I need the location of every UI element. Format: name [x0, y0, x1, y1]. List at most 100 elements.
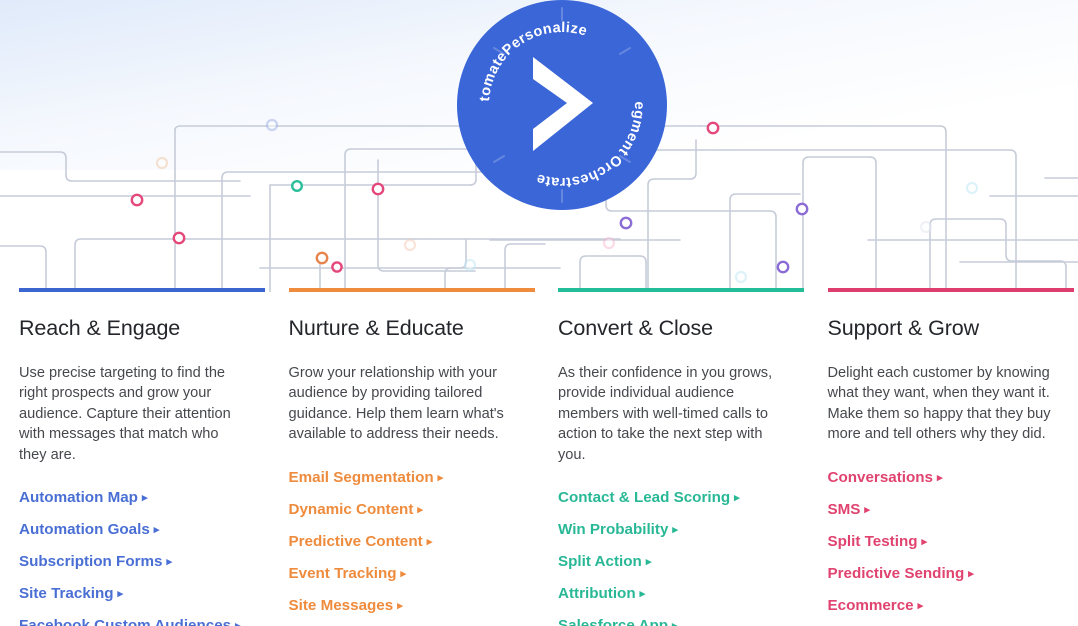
feature-link-label: Predictive Sending [827, 564, 965, 582]
feature-link[interactable]: Conversations ▸ [828, 467, 943, 489]
chevron-right-icon: ▸ [639, 588, 646, 601]
feature-link[interactable]: Split Action ▸ [558, 551, 651, 573]
feature-link[interactable]: Subscription Forms ▸ [19, 551, 172, 573]
chevron-right-icon: ▸ [166, 556, 172, 569]
feature-link-label: Event Tracking [288, 564, 397, 582]
feature-link[interactable]: Predictive Sending ▸ [828, 563, 974, 585]
list-item: Email Segmentation ▸ [289, 467, 514, 489]
feature-link[interactable]: Contact & Lead Scoring ▸ [558, 487, 740, 509]
hero-section: Personalize Automate Segment Orchestrate [0, 0, 1078, 292]
list-item: SMS ▸ [828, 499, 1053, 521]
list-item: Attribution ▸ [558, 583, 783, 605]
feature-link[interactable]: Dynamic Content ▸ [289, 499, 423, 521]
list-item: Conversations ▸ [828, 467, 1053, 489]
chevron-right-icon: ▸ [400, 567, 407, 580]
accent-bar [19, 288, 265, 292]
list-item: Dynamic Content ▸ [289, 499, 514, 521]
list-item: Salesforce App▸ [558, 615, 783, 626]
feature-column-reach-engage: Reach & Engage Use precise targeting to … [0, 288, 270, 626]
feature-link[interactable]: Site Messages ▸ [289, 595, 403, 617]
feature-link-label: Split Action [558, 553, 642, 571]
feature-link[interactable]: Split Testing ▸ [828, 531, 928, 553]
column-title: Support & Grow [827, 316, 980, 340]
feature-link[interactable]: Event Tracking ▸ [289, 563, 407, 585]
list-item: Split Testing ▸ [828, 531, 1053, 553]
chevron-right-icon: ▸ [397, 599, 403, 612]
feature-link[interactable]: Site Tracking ▸ [19, 583, 123, 605]
activecampaign-chevron-icon [533, 57, 593, 151]
page-root: Personalize Automate Segment Orchestrate [0, 0, 1078, 626]
list-item: Event Tracking ▸ [289, 563, 514, 585]
feature-link-label: Site Messages [288, 596, 394, 614]
feature-link-label: Conversations [827, 468, 934, 486]
feature-link[interactable]: Salesforce App▸ [558, 615, 678, 626]
feature-link[interactable]: Automation Goals ▸ [19, 519, 159, 541]
chevron-right-icon: ▸ [645, 556, 652, 569]
feature-link-label: Dynamic Content [288, 500, 414, 518]
feature-link-label: Contact & Lead Scoring [558, 489, 731, 507]
feature-link[interactable]: SMS ▸ [828, 499, 870, 521]
column-link-list: Email Segmentation ▸ Dynamic Content ▸ Pre… [289, 467, 514, 617]
ring-label-orchestrate: Orchestrate [535, 151, 625, 190]
feature-link[interactable]: Attribution ▸ [558, 583, 645, 605]
feature-link-label: Site Tracking [19, 585, 114, 603]
feature-link[interactable]: Predictive Content ▸ [289, 531, 433, 553]
feature-columns: Reach & Engage Use precise targeting to … [0, 288, 1078, 626]
feature-link-label: Salesforce App [558, 617, 669, 626]
chevron-right-icon: ▸ [968, 567, 974, 580]
list-item: Predictive Content ▸ [289, 531, 514, 553]
list-item: Site Tracking ▸ [19, 583, 244, 605]
chevron-right-icon: ▸ [917, 599, 924, 612]
activecampaign-badge: Personalize Automate Segment Orchestrate [457, 0, 667, 210]
ring-label-personalize: Personalize [499, 20, 589, 59]
chevron-right-icon: ▸ [153, 524, 160, 537]
list-item: Split Action ▸ [558, 551, 783, 573]
feature-link[interactable]: Automation Map ▸ [19, 487, 148, 509]
accent-bar [558, 288, 804, 292]
column-link-list: Automation Map ▸ Automation Goals ▸ Subscr… [19, 487, 244, 626]
ring-label-automate: Automate [457, 0, 511, 102]
column-link-list: Conversations ▸ SMS ▸ Split Testing ▸ Predi… [828, 467, 1053, 617]
list-item: Site Messages ▸ [289, 595, 514, 617]
chevron-right-icon: ▸ [734, 492, 740, 505]
chevron-right-icon: ▸ [437, 471, 444, 484]
column-title: Nurture & Educate [288, 316, 464, 340]
column-title: Convert & Close [558, 316, 714, 340]
chevron-right-icon: ▸ [672, 524, 678, 537]
column-link-list: Contact & Lead Scoring ▸ Win Probability ▸… [558, 487, 783, 626]
list-item: Facebook Custom Audiences▸ [19, 615, 244, 626]
feature-link-label: Attribution [558, 585, 636, 603]
accent-bar [288, 288, 535, 292]
column-description: As their confidence in you grows, provid… [558, 364, 773, 463]
feature-link[interactable]: Ecommerce ▸ [828, 595, 924, 617]
column-title: Reach & Engage [19, 316, 181, 340]
feature-link-label: Automation Goals [19, 521, 150, 539]
list-item: Predictive Sending ▸ [828, 563, 1053, 585]
feature-link-label: Win Probability [558, 521, 669, 539]
column-description: Grow your relationship with your audienc… [288, 364, 504, 443]
column-description: Delight each customer by knowing what th… [827, 364, 1051, 443]
chevron-right-icon: ▸ [921, 535, 928, 548]
feature-link-label: Ecommerce [827, 596, 914, 614]
list-item: Automation Goals ▸ [19, 519, 244, 541]
feature-link-label: Split Testing [827, 532, 918, 550]
feature-link-label: Email Segmentation [288, 468, 434, 486]
feature-link[interactable]: Email Segmentation ▸ [289, 467, 444, 489]
feature-link-label: SMS [827, 500, 861, 518]
feature-link[interactable]: Facebook Custom Audiences▸ [19, 615, 241, 626]
chevron-right-icon: ▸ [937, 471, 943, 484]
feature-link[interactable]: Win Probability ▸ [558, 519, 678, 541]
feature-column-nurture-educate: Nurture & Educate Grow your relationship… [270, 288, 540, 626]
chevron-right-icon: ▸ [141, 492, 148, 505]
list-item: Automation Map ▸ [19, 487, 244, 509]
chevron-right-icon: ▸ [426, 535, 433, 548]
feature-link-label: Facebook Custom Audiences [19, 617, 232, 626]
chevron-right-icon: ▸ [235, 615, 241, 626]
chevron-right-icon: ▸ [864, 503, 870, 516]
feature-column-support-grow: Support & Grow Delight each customer by … [809, 288, 1078, 626]
accent-bar [827, 288, 1074, 292]
list-item: Win Probability ▸ [558, 519, 783, 541]
list-item: Contact & Lead Scoring ▸ [558, 487, 783, 509]
list-item: Ecommerce ▸ [828, 595, 1053, 617]
chevron-right-icon: ▸ [117, 588, 124, 601]
